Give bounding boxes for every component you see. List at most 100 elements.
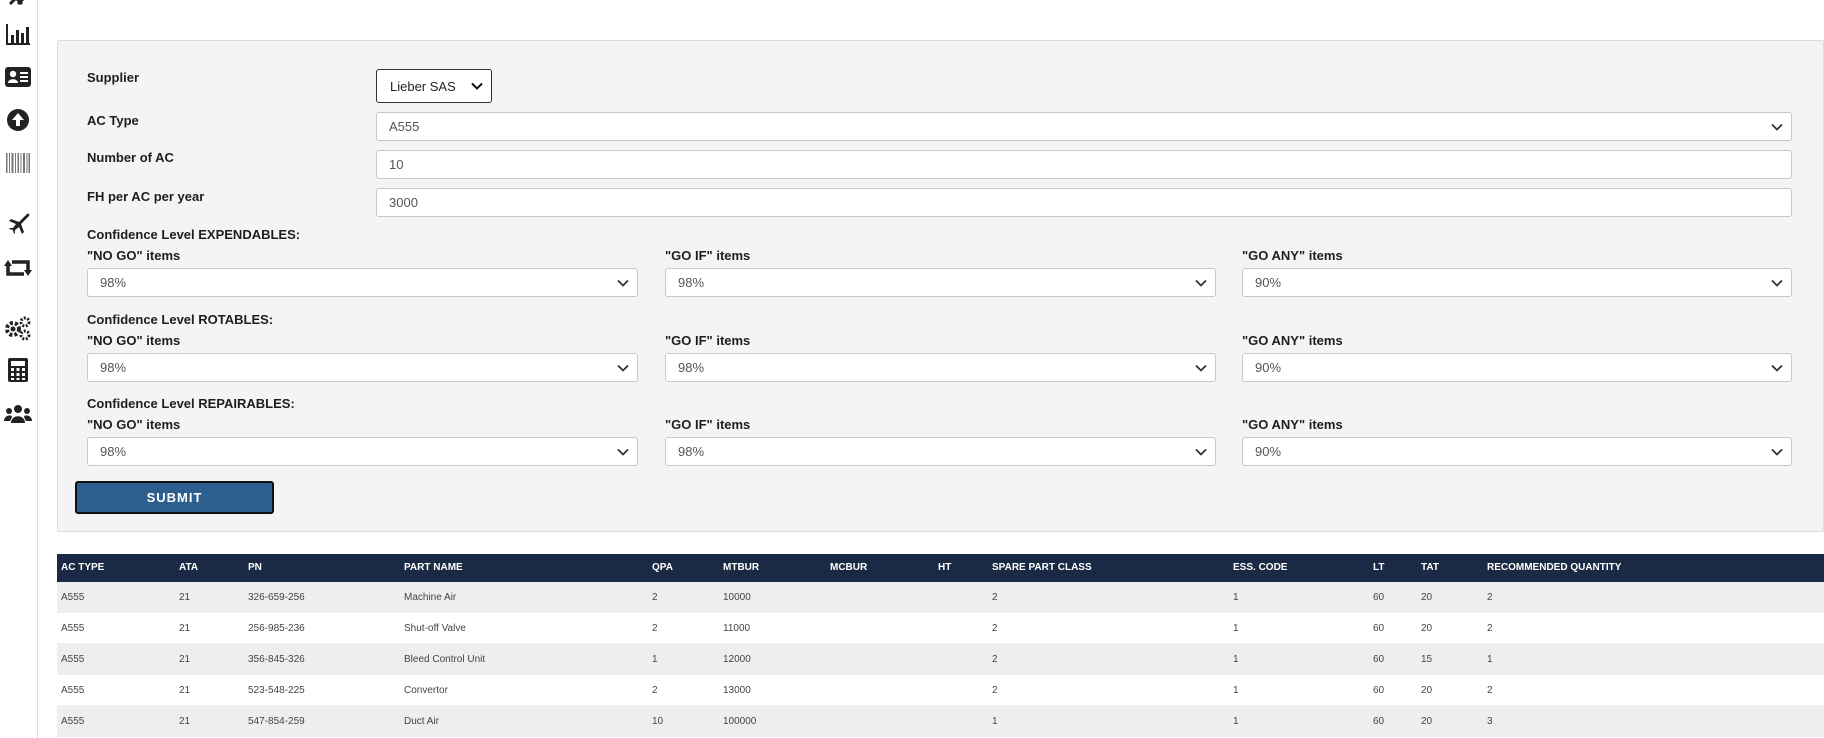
repairables-no-go-value: 98%	[100, 444, 127, 459]
expendables-go-any-value: 90%	[1255, 275, 1282, 290]
cell-ess-code: 1	[1233, 716, 1239, 727]
repairables-no-go-select[interactable]: 98%	[87, 437, 638, 466]
repairables-go-any-label: "GO ANY" items	[1242, 417, 1343, 432]
cell-ac-type: A555	[61, 685, 85, 696]
repairables-title: Confidence Level REPAIRABLES:	[87, 396, 295, 411]
table-row[interactable]: A555 21 547-854-259 Duct Air 10 100000 1…	[57, 706, 1824, 737]
cell-recommended-quantity: 2	[1487, 623, 1493, 634]
column-header-lt[interactable]: LT	[1373, 554, 1384, 582]
cell-mtbur: 10000	[723, 592, 751, 603]
column-header-recommended-quantity[interactable]: RECOMMENDED QUANTITY	[1487, 554, 1621, 582]
rotables-no-go-value: 98%	[100, 360, 127, 375]
cell-part-name: Bleed Control Unit	[404, 654, 486, 665]
column-header-pn[interactable]: PN	[248, 554, 262, 582]
table-row[interactable]: A555 21 326-659-256 Machine Air 2 10000 …	[57, 582, 1824, 613]
users-icon[interactable]	[4, 400, 32, 428]
supplier-label: Supplier	[87, 70, 140, 85]
cell-recommended-quantity: 2	[1487, 592, 1493, 603]
cell-qpa: 2	[652, 592, 658, 603]
arrows-icon[interactable]	[4, 0, 32, 14]
cell-tat: 20	[1421, 685, 1433, 696]
cell-part-name: Shut-off Valve	[404, 623, 466, 634]
cell-ess-code: 1	[1233, 685, 1239, 696]
number-of-ac-input[interactable]: 10	[376, 150, 1792, 179]
repairables-go-any-value: 90%	[1255, 444, 1282, 459]
sidebar	[0, 0, 38, 738]
cell-qpa: 2	[652, 623, 658, 634]
fh-per-ac-value: 3000	[389, 195, 418, 210]
column-header-tat[interactable]: TAT	[1421, 554, 1439, 582]
chevron-down-icon	[617, 448, 629, 456]
number-of-ac-value: 10	[389, 157, 404, 172]
column-header-ac-type[interactable]: AC TYPE	[61, 554, 104, 582]
column-header-spare-part-class[interactable]: SPARE PART CLASS	[992, 554, 1092, 582]
cell-mtbur: 13000	[723, 685, 751, 696]
expendables-go-if-value: 98%	[678, 275, 705, 290]
rotables-no-go-label: "NO GO" items	[87, 333, 181, 348]
column-header-ess-code[interactable]: ESS. CODE	[1233, 554, 1287, 582]
table-row[interactable]: A555 21 356-845-326 Bleed Control Unit 1…	[57, 644, 1824, 675]
repairables-go-any-select[interactable]: 90%	[1242, 437, 1792, 466]
rotables-go-if-label: "GO IF" items	[665, 333, 751, 348]
cell-spare-part-class: 2	[992, 623, 998, 634]
cell-ac-type: A555	[61, 592, 85, 603]
submit-button[interactable]: SUBMIT	[75, 481, 274, 514]
cell-pn: 326-659-256	[248, 592, 305, 603]
column-header-qpa[interactable]: QPA	[652, 554, 673, 582]
cell-spare-part-class: 2	[992, 685, 998, 696]
repairables-go-if-value: 98%	[678, 444, 705, 459]
cell-tat: 20	[1421, 716, 1433, 727]
chevron-down-icon	[1195, 364, 1207, 372]
rotables-go-if-select[interactable]: 98%	[665, 353, 1216, 382]
airplane-icon[interactable]	[4, 209, 32, 237]
rotables-go-any-label: "GO ANY" items	[1242, 333, 1343, 348]
column-header-part-name[interactable]: PART NAME	[404, 554, 463, 582]
cell-ac-type: A555	[61, 623, 85, 634]
cell-qpa: 1	[652, 654, 658, 665]
calculator-icon[interactable]	[4, 356, 32, 384]
table-row[interactable]: A555 21 523-548-225 Convertor 2 13000 2 …	[57, 675, 1824, 706]
chevron-down-icon	[1771, 448, 1783, 456]
rotables-go-any-value: 90%	[1255, 360, 1282, 375]
repairables-go-if-select[interactable]: 98%	[665, 437, 1216, 466]
table-row[interactable]: A555 21 256-985-236 Shut-off Valve 2 110…	[57, 613, 1824, 644]
column-header-ht[interactable]: HT	[938, 554, 951, 582]
expendables-no-go-select[interactable]: 98%	[87, 268, 638, 297]
cell-spare-part-class: 2	[992, 592, 998, 603]
cell-tat: 15	[1421, 654, 1433, 665]
rotables-go-any-select[interactable]: 90%	[1242, 353, 1792, 382]
ac-type-select[interactable]: A555	[376, 112, 1792, 141]
cell-ata: 21	[179, 654, 191, 665]
expendables-no-go-value: 98%	[100, 275, 127, 290]
upload-circle-icon[interactable]	[4, 106, 32, 134]
cell-lt: 60	[1373, 623, 1385, 634]
cell-recommended-quantity: 2	[1487, 685, 1493, 696]
cell-ac-type: A555	[61, 654, 85, 665]
fh-per-ac-input[interactable]: 3000	[376, 188, 1792, 217]
column-header-ata[interactable]: ATA	[179, 554, 198, 582]
cell-pn: 256-985-236	[248, 623, 305, 634]
expendables-go-if-label: "GO IF" items	[665, 248, 751, 263]
expendables-go-any-select[interactable]: 90%	[1242, 268, 1792, 297]
barcode-icon[interactable]	[4, 149, 32, 177]
cell-ess-code: 1	[1233, 654, 1239, 665]
gears-icon[interactable]	[4, 314, 32, 342]
column-header-mcbur[interactable]: MCBUR	[830, 554, 867, 582]
supplier-select[interactable]: Lieber SAS	[376, 69, 492, 103]
contact-card-icon[interactable]	[4, 63, 32, 91]
bar-chart-icon[interactable]	[4, 20, 32, 48]
table-header: AC TYPE ATA PN PART NAME QPA MTBUR MCBUR…	[57, 554, 1824, 582]
expendables-go-any-label: "GO ANY" items	[1242, 248, 1343, 263]
cell-ata: 21	[179, 685, 191, 696]
rotables-no-go-select[interactable]: 98%	[87, 353, 638, 382]
cell-ess-code: 1	[1233, 623, 1239, 634]
retweet-icon[interactable]	[4, 254, 32, 282]
chevron-down-icon	[1195, 279, 1207, 287]
cell-pn: 523-548-225	[248, 685, 305, 696]
column-header-mtbur[interactable]: MTBUR	[723, 554, 759, 582]
repairables-no-go-label: "NO GO" items	[87, 417, 181, 432]
expendables-go-if-select[interactable]: 98%	[665, 268, 1216, 297]
cell-part-name: Machine Air	[404, 592, 457, 603]
expendables-title: Confidence Level EXPENDABLES:	[87, 227, 301, 242]
chevron-down-icon	[1771, 123, 1783, 131]
